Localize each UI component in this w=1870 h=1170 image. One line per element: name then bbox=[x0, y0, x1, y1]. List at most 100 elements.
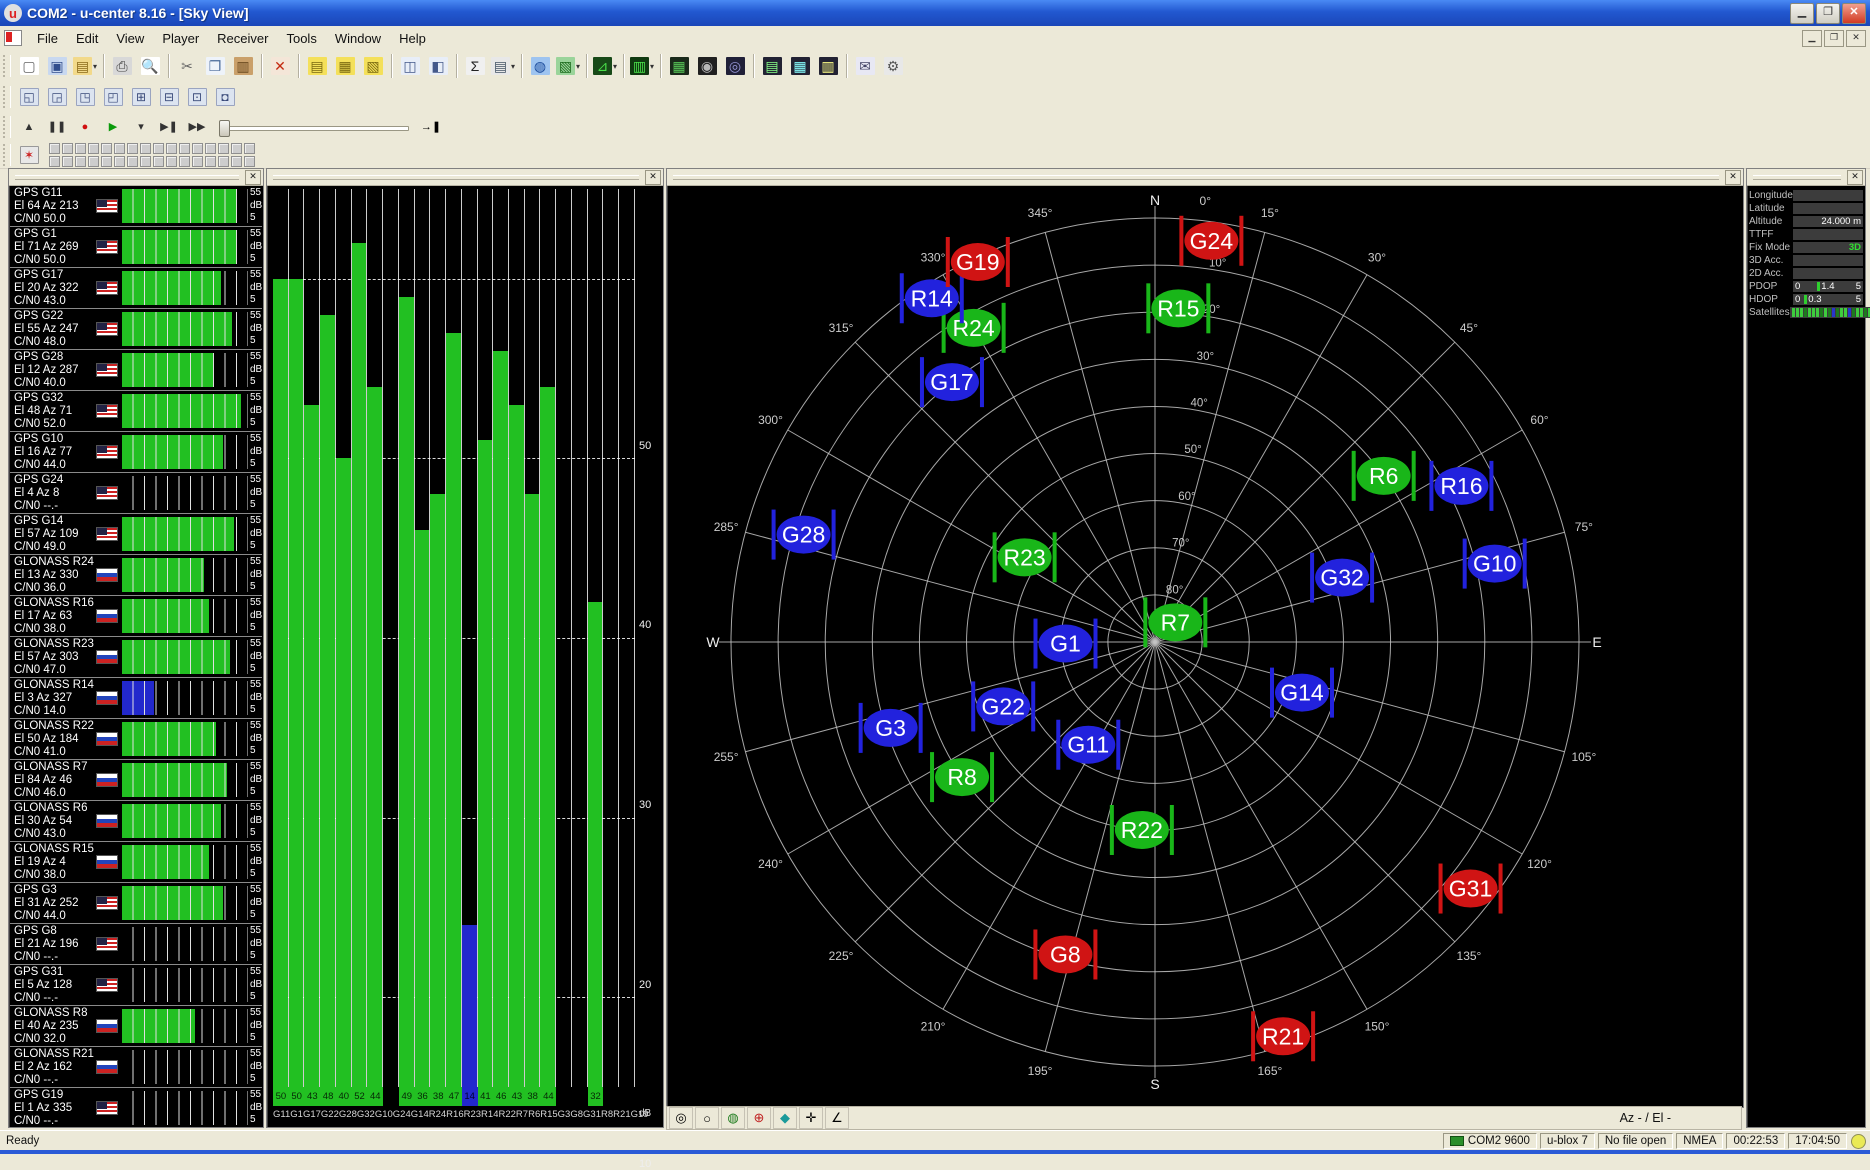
satellite-row-R8[interactable]: GLONASS R8El 40 Az 235C/N0 32.055dB5 bbox=[10, 1006, 262, 1047]
chart-close-icon[interactable]: ✕ bbox=[645, 170, 661, 185]
print-preview-button[interactable]: 🔍 bbox=[136, 52, 164, 80]
minimize-button[interactable]: ▁ bbox=[1790, 3, 1814, 24]
chart-view-button[interactable]: ⊿▾ bbox=[591, 52, 619, 80]
satellite-row-R14[interactable]: GLONASS R14El 3 Az 327C/N0 14.055dB5 bbox=[10, 678, 262, 719]
text-console-button[interactable]: ▥ bbox=[814, 52, 842, 80]
sky-tool-marker-button[interactable]: ◆ bbox=[773, 1107, 797, 1129]
info-panel-close-icon[interactable]: ✕ bbox=[1847, 170, 1863, 185]
cut-button[interactable]: ✂ bbox=[173, 52, 201, 80]
satellite-enable-checkbox[interactable] bbox=[62, 156, 73, 167]
satellite-enable-checkbox[interactable] bbox=[192, 156, 203, 167]
histogram-view-button[interactable]: ▥▾ bbox=[628, 52, 656, 80]
restore-button[interactable]: ❐ bbox=[1816, 3, 1840, 24]
satellite-enable-checkbox[interactable] bbox=[114, 143, 125, 154]
dock-packets-button[interactable]: ◳ bbox=[71, 83, 99, 111]
constellation-selector-button[interactable]: ✶ bbox=[15, 141, 43, 169]
sky-tool-orientation-button[interactable]: ✛ bbox=[799, 1107, 823, 1129]
paste-button[interactable]: ▥ bbox=[229, 52, 257, 80]
satellite-enable-checkbox[interactable] bbox=[62, 143, 73, 154]
child-close-button[interactable]: ✕ bbox=[1846, 30, 1866, 47]
record-button[interactable]: ● bbox=[71, 113, 99, 141]
map-view-button[interactable]: ▧▾ bbox=[554, 52, 582, 80]
open-button[interactable]: ▤▾ bbox=[71, 52, 99, 80]
binary-console-button[interactable]: ▦ bbox=[786, 52, 814, 80]
satellite-row-G17[interactable]: GPS G17El 20 Az 322C/N0 43.055dB5 bbox=[10, 268, 262, 309]
status-logfile[interactable]: No file open bbox=[1598, 1133, 1673, 1149]
satellite-enable-checkbox[interactable] bbox=[205, 156, 216, 167]
satellite-enable-checkbox[interactable] bbox=[127, 143, 138, 154]
new-file-button[interactable]: ▢ bbox=[15, 52, 43, 80]
log-pause-button[interactable]: ▦ bbox=[331, 52, 359, 80]
satellite-row-G28[interactable]: GPS G28El 12 Az 287C/N0 40.055dB5 bbox=[10, 350, 262, 391]
satellite-row-G24[interactable]: GPS G24El 4 Az 8C/N0 --.-55dB5 bbox=[10, 473, 262, 514]
satellite-enable-checkbox[interactable] bbox=[205, 143, 216, 154]
copy-button[interactable]: ❐ bbox=[201, 52, 229, 80]
menu-help[interactable]: Help bbox=[390, 28, 435, 49]
packet-console-button[interactable]: ▤ bbox=[758, 52, 786, 80]
satellite-enable-checkbox[interactable] bbox=[114, 156, 125, 167]
close-button[interactable]: ✕ bbox=[1842, 3, 1866, 24]
data-view-button[interactable]: ▦ bbox=[665, 52, 693, 80]
sky-tool-globe-button[interactable]: ◍ bbox=[721, 1107, 745, 1129]
satellite-row-G10[interactable]: GPS G10El 16 Az 77C/N0 44.055dB5 bbox=[10, 432, 262, 473]
status-protocol[interactable]: NMEA bbox=[1676, 1133, 1723, 1149]
sky-view-button[interactable]: ◉ bbox=[693, 52, 721, 80]
save-button[interactable]: ▣ bbox=[43, 52, 71, 80]
histogram-view-dropdown-icon[interactable]: ▾ bbox=[650, 62, 654, 71]
status-receiver-type[interactable]: u-blox 7 bbox=[1540, 1133, 1595, 1149]
satellite-enable-checkbox[interactable] bbox=[101, 143, 112, 154]
print-button[interactable]: ⎙ bbox=[108, 52, 136, 80]
satellite-enable-checkbox[interactable] bbox=[75, 143, 86, 154]
fast-forward-button[interactable]: ▶▶ bbox=[183, 113, 211, 141]
satellite-row-R6[interactable]: GLONASS R6El 30 Az 54C/N0 43.055dB5 bbox=[10, 801, 262, 842]
dock-camera-button[interactable]: ◘ bbox=[211, 83, 239, 111]
satellite-enable-checkbox[interactable] bbox=[49, 156, 60, 167]
satellite-enable-checkbox[interactable] bbox=[49, 143, 60, 154]
satellite-row-G3[interactable]: GPS G3El 31 Az 252C/N0 44.055dB5 bbox=[10, 883, 262, 924]
layout-vertical-button[interactable]: ◧ bbox=[424, 52, 452, 80]
sky-tool-polar-button[interactable]: ◎ bbox=[669, 1107, 693, 1129]
statistics-button[interactable]: Σ bbox=[461, 52, 489, 80]
jump-to-end-button[interactable]: →❚ bbox=[417, 113, 445, 141]
satellite-row-G32[interactable]: GPS G32El 48 Az 71C/N0 52.055dB5 bbox=[10, 391, 262, 432]
satellite-enable-checkbox[interactable] bbox=[140, 143, 151, 154]
chart-view-dropdown-icon[interactable]: ▾ bbox=[613, 62, 617, 71]
dock-table-button[interactable]: ⊞ bbox=[127, 83, 155, 111]
satellite-row-G11[interactable]: GPS G11El 64 Az 213C/N0 50.055dB5 bbox=[10, 186, 262, 227]
satellite-row-R21[interactable]: GLONASS R21El 2 Az 162C/N0 --.-55dB5 bbox=[10, 1047, 262, 1088]
satellite-enable-checkbox[interactable] bbox=[192, 143, 203, 154]
dock-configure-button[interactable]: ◲ bbox=[43, 83, 71, 111]
satellite-row-R7[interactable]: GLONASS R7El 84 Az 46C/N0 46.055dB5 bbox=[10, 760, 262, 801]
satellite-enable-checkbox[interactable] bbox=[140, 156, 151, 167]
sky-tool-circle-button[interactable]: ○ bbox=[695, 1107, 719, 1129]
map-view-dropdown-icon[interactable]: ▾ bbox=[576, 62, 580, 71]
satellite-row-R16[interactable]: GLONASS R16El 17 Az 63C/N0 38.055dB5 bbox=[10, 596, 262, 637]
pause-button[interactable]: ❚❚ bbox=[43, 113, 71, 141]
status-com-port[interactable]: COM2 9600 bbox=[1443, 1133, 1537, 1149]
satellite-enable-checkbox[interactable] bbox=[218, 156, 229, 167]
eject-button[interactable]: ▲ bbox=[15, 113, 43, 141]
satellite-enable-checkbox[interactable] bbox=[179, 156, 190, 167]
satellite-row-R23[interactable]: GLONASS R23El 57 Az 303C/N0 47.055dB5 bbox=[10, 637, 262, 678]
satellite-row-G1[interactable]: GPS G1El 71 Az 269C/N0 50.055dB5 bbox=[10, 227, 262, 268]
satellite-enable-checkbox[interactable] bbox=[88, 156, 99, 167]
log-record-button[interactable]: ▤ bbox=[303, 52, 331, 80]
satellite-enable-checkbox[interactable] bbox=[75, 156, 86, 167]
satellite-row-R15[interactable]: GLONASS R15El 19 Az 4C/N0 38.055dB5 bbox=[10, 842, 262, 883]
log-stop-button[interactable]: ▧ bbox=[359, 52, 387, 80]
satellite-row-G8[interactable]: GPS G8El 21 Az 196C/N0 --.-55dB5 bbox=[10, 924, 262, 965]
menu-player[interactable]: Player bbox=[153, 28, 208, 49]
deviation-map-button[interactable]: ◎ bbox=[721, 52, 749, 80]
clear-file-button[interactable]: ✕ bbox=[266, 52, 294, 80]
menu-view[interactable]: View bbox=[107, 28, 153, 49]
satellite-enable-checkbox[interactable] bbox=[244, 143, 255, 154]
dock-chart-button[interactable]: ⊟ bbox=[155, 83, 183, 111]
open-dropdown-icon[interactable]: ▾ bbox=[93, 62, 97, 71]
menu-edit[interactable]: Edit bbox=[67, 28, 107, 49]
satellite-list-close-icon[interactable]: ✕ bbox=[245, 170, 261, 185]
menu-tools[interactable]: Tools bbox=[277, 28, 325, 49]
menu-receiver[interactable]: Receiver bbox=[208, 28, 277, 49]
dock-map-button[interactable]: ⊡ bbox=[183, 83, 211, 111]
play-options-button[interactable]: ▾ bbox=[127, 113, 155, 141]
satellite-enable-checkbox[interactable] bbox=[244, 156, 255, 167]
